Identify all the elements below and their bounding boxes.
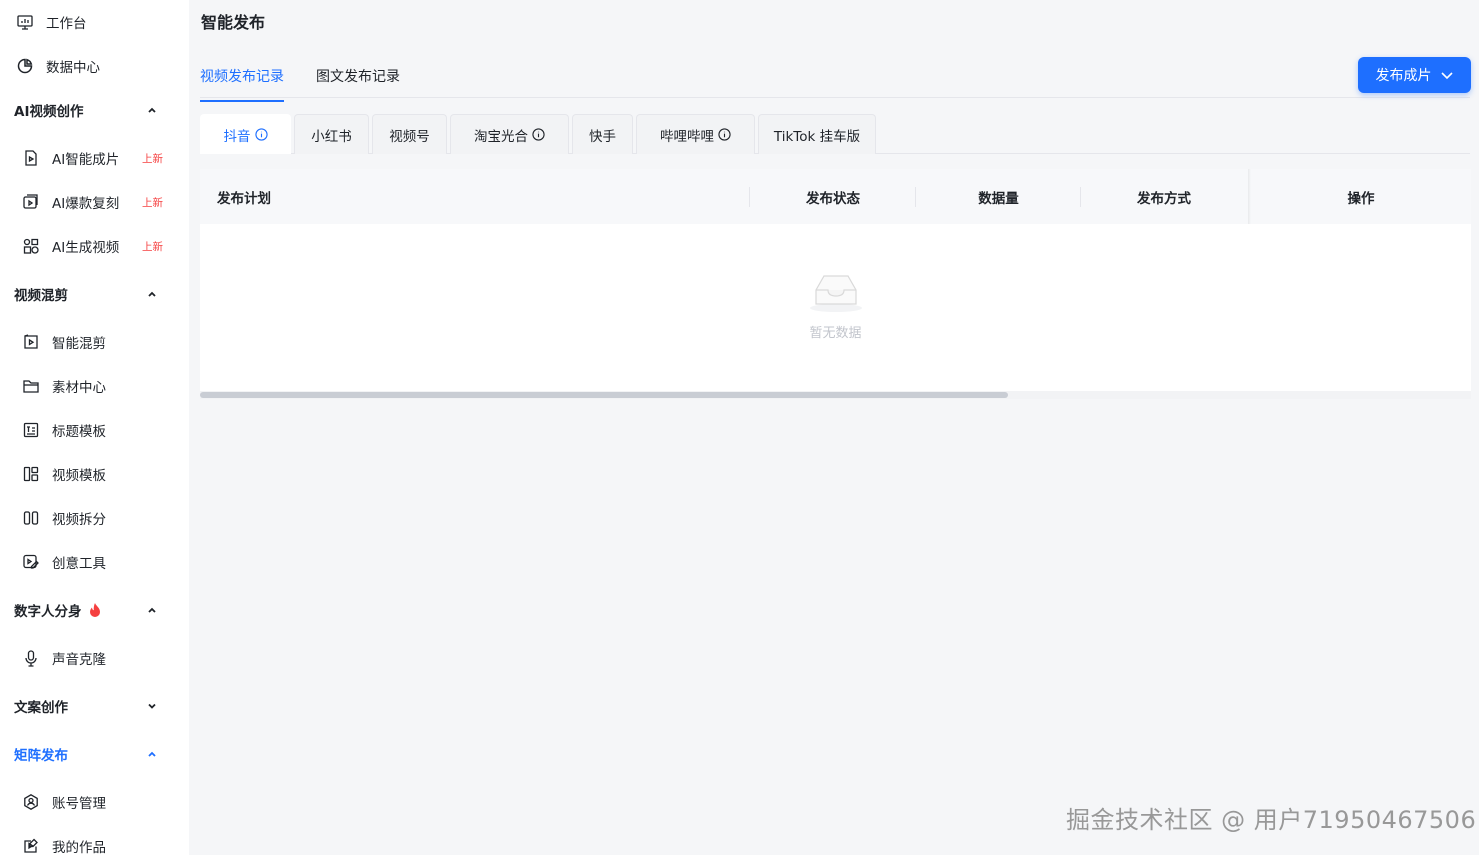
platform-tab-label: 哔哩哔哩	[660, 128, 714, 145]
info-icon[interactable]	[254, 128, 268, 141]
sidebar-item-video-split[interactable]: 视频拆分	[0, 496, 189, 540]
tab-platform-xiaohongshu[interactable]: 小红书	[294, 114, 369, 154]
tab-platform-bilibili[interactable]: 哔哩哔哩	[636, 114, 755, 154]
sidebar-group-label: 矩阵发布	[14, 748, 68, 764]
sidebar-group-label: AI视频创作	[14, 104, 84, 120]
record-tabs: 视频发布记录 图文发布记录	[200, 58, 1470, 102]
tab-platform-shipinhao[interactable]: 视频号	[372, 114, 447, 154]
new-badge: 上新	[142, 152, 163, 165]
sidebar-item-material-center[interactable]: 素材中心	[0, 364, 189, 408]
video-file-icon	[22, 149, 40, 167]
sidebar-item-label: 数据中心	[46, 60, 100, 76]
platform-tabs: 抖音 小红书 视频号 淘宝光合 快手 哔哩哔哩 TikTok 挂车版	[200, 114, 1470, 154]
sidebar-item-label: AI生成视频	[52, 240, 120, 256]
shapes-icon	[22, 237, 40, 255]
platform-tab-label: 小红书	[311, 128, 352, 145]
video-edit-icon	[22, 333, 40, 351]
split-icon	[22, 509, 40, 527]
sidebar-item-creative-tools[interactable]: 创意工具	[0, 540, 189, 584]
tab-platform-taobao-guanghe[interactable]: 淘宝光合	[450, 114, 569, 154]
sidebar-item-ai-generate-video[interactable]: AI生成视频 上新	[0, 224, 189, 268]
chevron-up-icon	[148, 751, 156, 757]
sidebar-group-video-mix[interactable]: 视频混剪	[0, 272, 189, 316]
monitor-icon	[16, 13, 34, 31]
sidebar-item-label: 标题模板	[52, 424, 106, 440]
copy-video-icon	[22, 193, 40, 211]
empty-inbox-icon	[810, 275, 862, 312]
sidebar-item-label: 视频拆分	[52, 512, 106, 528]
sidebar-item-label: 智能混剪	[52, 336, 106, 352]
sidebar-group-digital-human[interactable]: 数字人分身	[0, 588, 189, 632]
new-badge: 上新	[142, 196, 163, 209]
new-badge: 上新	[142, 240, 163, 253]
publish-film-button[interactable]: 发布成片	[1358, 57, 1471, 93]
sidebar-item-smart-mix[interactable]: 智能混剪	[0, 320, 189, 364]
sidebar-group-label: 文案创作	[14, 700, 68, 716]
sidebar-item-account-management[interactable]: 账号管理	[0, 780, 189, 824]
sidebar-item-label: 账号管理	[52, 796, 106, 812]
chevron-up-icon	[148, 607, 156, 613]
sidebar-item-label: AI智能成片	[52, 152, 120, 168]
tab-platform-tiktok-cart[interactable]: TikTok 挂车版	[758, 114, 876, 154]
folder-icon	[22, 377, 40, 395]
sidebar-item-label: AI爆款复刻	[52, 196, 120, 212]
platform-tab-label: 视频号	[389, 128, 430, 145]
sidebar-group-label: 数字人分身	[14, 604, 82, 620]
sidebar-item-label: 声音克隆	[52, 652, 106, 668]
pie-chart-icon	[16, 57, 34, 75]
sidebar-item-ai-smart-film[interactable]: AI智能成片 上新	[0, 136, 189, 180]
column-header-status: 发布状态	[806, 190, 860, 207]
sidebar-item-data-center[interactable]: 数据中心	[0, 44, 189, 88]
chevron-up-icon	[148, 291, 156, 297]
info-icon[interactable]	[718, 128, 731, 141]
sidebar-item-ai-viral-replicate[interactable]: AI爆款复刻 上新	[0, 180, 189, 224]
watermark: 掘金技术社区 @ 用户71950467506	[1066, 806, 1477, 834]
platform-tab-label: TikTok 挂车版	[773, 128, 861, 145]
platform-tab-label: 淘宝光合	[474, 128, 528, 145]
tab-platform-kuaishou[interactable]: 快手	[572, 114, 633, 154]
empty-state: 暂无数据	[200, 224, 1471, 391]
chevron-up-icon	[148, 107, 156, 113]
sidebar: 工作台 数据中心 AI视频创作 AI智能成片 上新 AI爆款复刻 上新 AI生成…	[0, 0, 189, 855]
tab-platform-douyin[interactable]: 抖音	[200, 114, 291, 154]
publish-records-table: 发布计划 发布状态 数据量 发布方式 操作 暂无数据	[200, 169, 1471, 391]
info-icon[interactable]	[532, 128, 545, 141]
flame-icon	[89, 603, 100, 617]
chevron-down-icon	[1440, 72, 1453, 80]
works-edit-icon	[22, 837, 40, 855]
sidebar-item-label: 工作台	[46, 16, 87, 32]
tab-image-text-publish-records[interactable]: 图文发布记录	[316, 66, 400, 100]
chevron-down-icon	[148, 703, 156, 709]
column-header-publish-method: 发布方式	[1137, 190, 1191, 207]
sidebar-item-label: 视频模板	[52, 468, 106, 484]
sidebar-group-copywriting[interactable]: 文案创作	[0, 684, 189, 728]
horizontal-scrollbar-thumb[interactable]	[200, 392, 1008, 398]
sidebar-item-workbench[interactable]: 工作台	[0, 0, 189, 44]
creative-tool-icon	[22, 553, 40, 571]
platform-tab-label: 抖音	[223, 128, 251, 145]
page-title: 智能发布	[201, 13, 266, 32]
sidebar-item-title-template[interactable]: 标题模板	[0, 408, 189, 452]
column-header-plan: 发布计划	[217, 190, 271, 207]
text-template-icon	[22, 421, 40, 439]
sidebar-item-label: 我的作品	[52, 840, 106, 855]
sidebar-item-label: 素材中心	[52, 380, 106, 396]
tab-video-publish-records[interactable]: 视频发布记录	[200, 66, 284, 102]
column-header-data-volume: 数据量	[978, 190, 1019, 207]
sidebar-group-matrix-publish[interactable]: 矩阵发布	[0, 732, 189, 776]
sidebar-item-label: 创意工具	[52, 556, 106, 572]
column-header-actions: 操作	[1347, 190, 1375, 207]
microphone-icon	[22, 649, 40, 667]
sidebar-group-label: 视频混剪	[14, 288, 68, 304]
platform-tab-label: 快手	[589, 128, 616, 145]
publish-film-button-label: 发布成片	[1375, 68, 1432, 84]
sidebar-group-ai-video[interactable]: AI视频创作	[0, 88, 189, 132]
table-header: 发布计划 发布状态 数据量 发布方式 操作	[200, 169, 1471, 224]
sidebar-item-video-template[interactable]: 视频模板	[0, 452, 189, 496]
layout-icon	[22, 465, 40, 483]
sidebar-item-my-works[interactable]: 我的作品	[0, 824, 189, 855]
empty-state-text: 暂无数据	[809, 326, 862, 341]
sidebar-item-voice-clone[interactable]: 声音克隆	[0, 636, 189, 680]
account-network-icon	[22, 793, 40, 811]
